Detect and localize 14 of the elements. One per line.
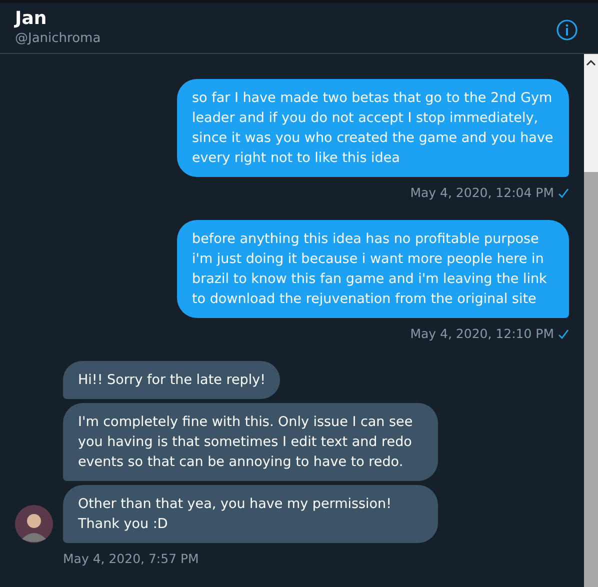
message-time: May 4, 2020, 12:10 PM [410,326,554,341]
scrollbar[interactable] [584,54,598,587]
avatar[interactable] [15,505,53,543]
message-time: May 4, 2020, 12:04 PM [410,185,554,200]
message-time: May 4, 2020, 7:57 PM [63,551,199,566]
contact-handle: @Janichroma [15,30,101,48]
contact-name: Jan [15,8,48,30]
message-bubble: before anything this idea has no profitable purpose i'm just doing it because i want more people here in brazil to know this fan game and i'm leaving the link to download the rejuvenation from the original site [177,220,569,318]
message-bubble: Hi!! Sorry for the late reply! [63,361,280,399]
scroll-up-icon[interactable] [586,60,596,66]
message-bubble: Other than that yea, you have my permission! Thank you :D [63,485,438,543]
info-icon[interactable] [556,19,578,41]
message-bubble: so far I have made two betas that go to the 2nd Gym leader and if you do not accept I stop immediately, since it was you who created the game and you have every right not to like this idea [177,79,569,177]
message-bubble: I'm completely fine with this. Only issue I can see you having is that sometimes I edit text and redo events so that can be annoying to have to redo. [63,403,438,481]
